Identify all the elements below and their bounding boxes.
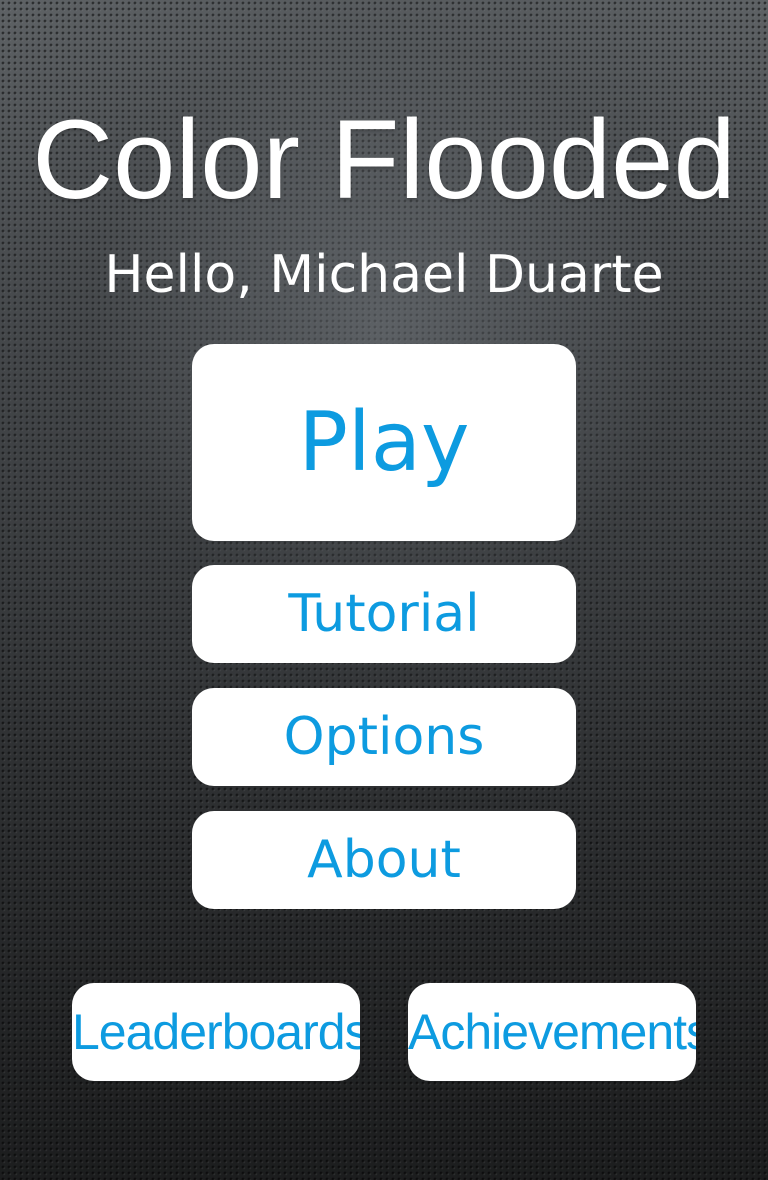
leaderboards-button[interactable]: Leaderboards — [72, 983, 360, 1081]
user-greeting: Hello, Michael Duarte — [104, 245, 664, 305]
play-button[interactable]: Play — [192, 344, 576, 541]
about-button[interactable]: About — [192, 811, 576, 909]
tutorial-button[interactable]: Tutorial — [192, 565, 576, 663]
app-title: Color Flooded — [32, 97, 736, 222]
achievements-button[interactable]: Achievements — [408, 983, 696, 1081]
options-button[interactable]: Options — [192, 688, 576, 786]
